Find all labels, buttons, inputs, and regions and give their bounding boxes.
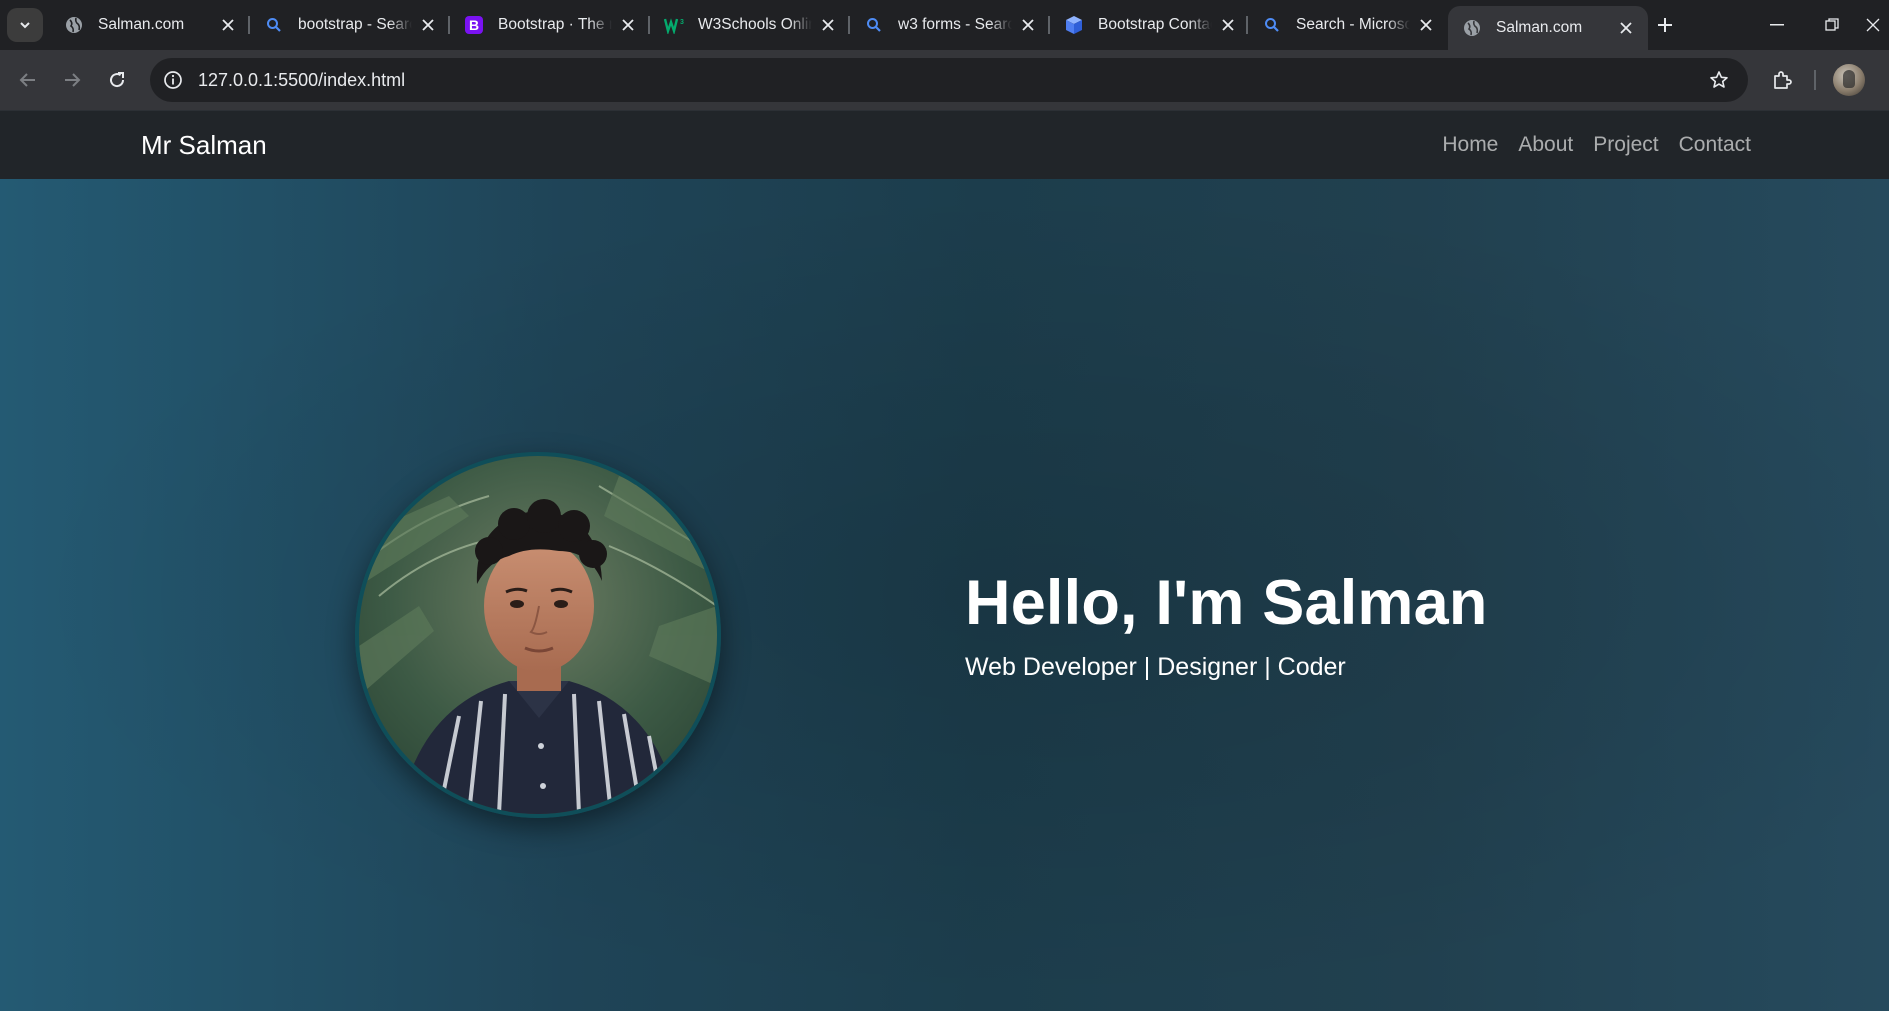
reload-icon [110, 72, 125, 88]
chevron-down-icon [20, 22, 30, 29]
search-icon [264, 15, 284, 35]
bootstrap-icon: B [464, 15, 484, 35]
plus-icon [1658, 18, 1672, 32]
close-icon[interactable] [1018, 15, 1038, 35]
svg-text:3: 3 [680, 19, 684, 26]
browser-toolbar: 127.0.0.1:5500/index.html [0, 50, 1889, 110]
tab-salman-active[interactable]: Salman.com [1448, 6, 1648, 50]
tab-title: Search - Microsoft [1296, 16, 1410, 33]
tab-bootstrap-search[interactable]: bootstrap - Search [250, 6, 450, 44]
back-button[interactable] [13, 65, 43, 95]
globe-icon [64, 15, 84, 35]
extensions-button[interactable] [1767, 65, 1797, 95]
arrow-left-icon [19, 73, 35, 87]
site-brand[interactable]: Mr Salman [141, 130, 267, 161]
reload-button[interactable] [102, 65, 132, 95]
site-navbar: Mr Salman Home About Project Contact [0, 110, 1889, 179]
search-icon [864, 15, 884, 35]
tab-strip: Salman.com bootstrap - Search B Bootstra… [0, 0, 1889, 50]
site-info-icon[interactable] [162, 69, 184, 91]
minimize-button[interactable] [1757, 10, 1797, 40]
toolbar-divider [1814, 70, 1816, 90]
puzzle-icon [1774, 71, 1792, 89]
hero-subtitle: Web Developer | Designer | Coder [965, 653, 1346, 681]
tab-bootstrap-docs[interactable]: B Bootstrap · The most popular [450, 6, 650, 44]
w3schools-icon: 3 [664, 15, 684, 35]
tab-bootstrap-contact[interactable]: Bootstrap Contact [1050, 6, 1250, 44]
web-page: Mr Salman Home About Project Contact Hel… [0, 110, 1889, 1011]
close-icon[interactable] [218, 15, 238, 35]
close-window-button[interactable] [1856, 10, 1889, 40]
close-icon[interactable] [1218, 15, 1238, 35]
nav-link-contact[interactable]: Contact [1679, 133, 1751, 157]
globe-icon [1462, 18, 1482, 38]
bookmark-star-icon[interactable] [1708, 69, 1730, 91]
forward-button[interactable] [57, 65, 87, 95]
restore-button[interactable] [1812, 10, 1852, 40]
tab-salman[interactable]: Salman.com [50, 6, 250, 44]
tab-title: Salman.com [1496, 19, 1583, 36]
tab-title: w3 forms - Search [898, 16, 1012, 33]
tab-title: bootstrap - Search [298, 16, 412, 33]
new-tab-button[interactable] [1650, 10, 1680, 40]
close-icon [1866, 18, 1879, 32]
tab-title: W3Schools Online [698, 16, 812, 33]
nav-links: Home About Project Contact [1442, 133, 1751, 157]
hero-title: Hello, I'm Salman [965, 568, 1488, 638]
tab-w3forms-search[interactable]: w3 forms - Search [850, 6, 1050, 44]
close-icon[interactable] [1616, 18, 1636, 38]
tab-title: Bootstrap Contact [1098, 16, 1212, 33]
address-bar[interactable]: 127.0.0.1:5500/index.html [150, 58, 1748, 102]
hero-text: Hello, I'm Salman Web Developer | Design… [965, 567, 1488, 682]
restore-icon [1825, 18, 1839, 31]
profile-photo [355, 452, 721, 818]
tab-search-button[interactable] [7, 8, 43, 42]
svg-text:B: B [469, 17, 479, 33]
nav-link-project[interactable]: Project [1593, 133, 1658, 157]
search-icon [1262, 15, 1282, 35]
minimize-icon [1770, 24, 1784, 26]
close-icon[interactable] [1416, 15, 1436, 35]
close-icon[interactable] [818, 15, 838, 35]
close-icon[interactable] [418, 15, 438, 35]
arrow-right-icon [65, 73, 81, 87]
tab-title: Salman.com [98, 16, 185, 33]
tab-w3schools[interactable]: 3 W3Schools Online [650, 6, 850, 44]
tab-microsoft-search[interactable]: Search - Microsoft [1248, 6, 1448, 44]
profile-avatar[interactable] [1833, 64, 1865, 96]
nav-link-about[interactable]: About [1518, 133, 1573, 157]
address-url[interactable]: 127.0.0.1:5500/index.html [198, 70, 405, 91]
cube-icon [1064, 15, 1084, 35]
tab-title: Bootstrap · The most popular [498, 16, 612, 33]
hero-section: Hello, I'm Salman Web Developer | Design… [0, 179, 1889, 1011]
close-icon[interactable] [618, 15, 638, 35]
nav-link-home[interactable]: Home [1442, 133, 1498, 157]
